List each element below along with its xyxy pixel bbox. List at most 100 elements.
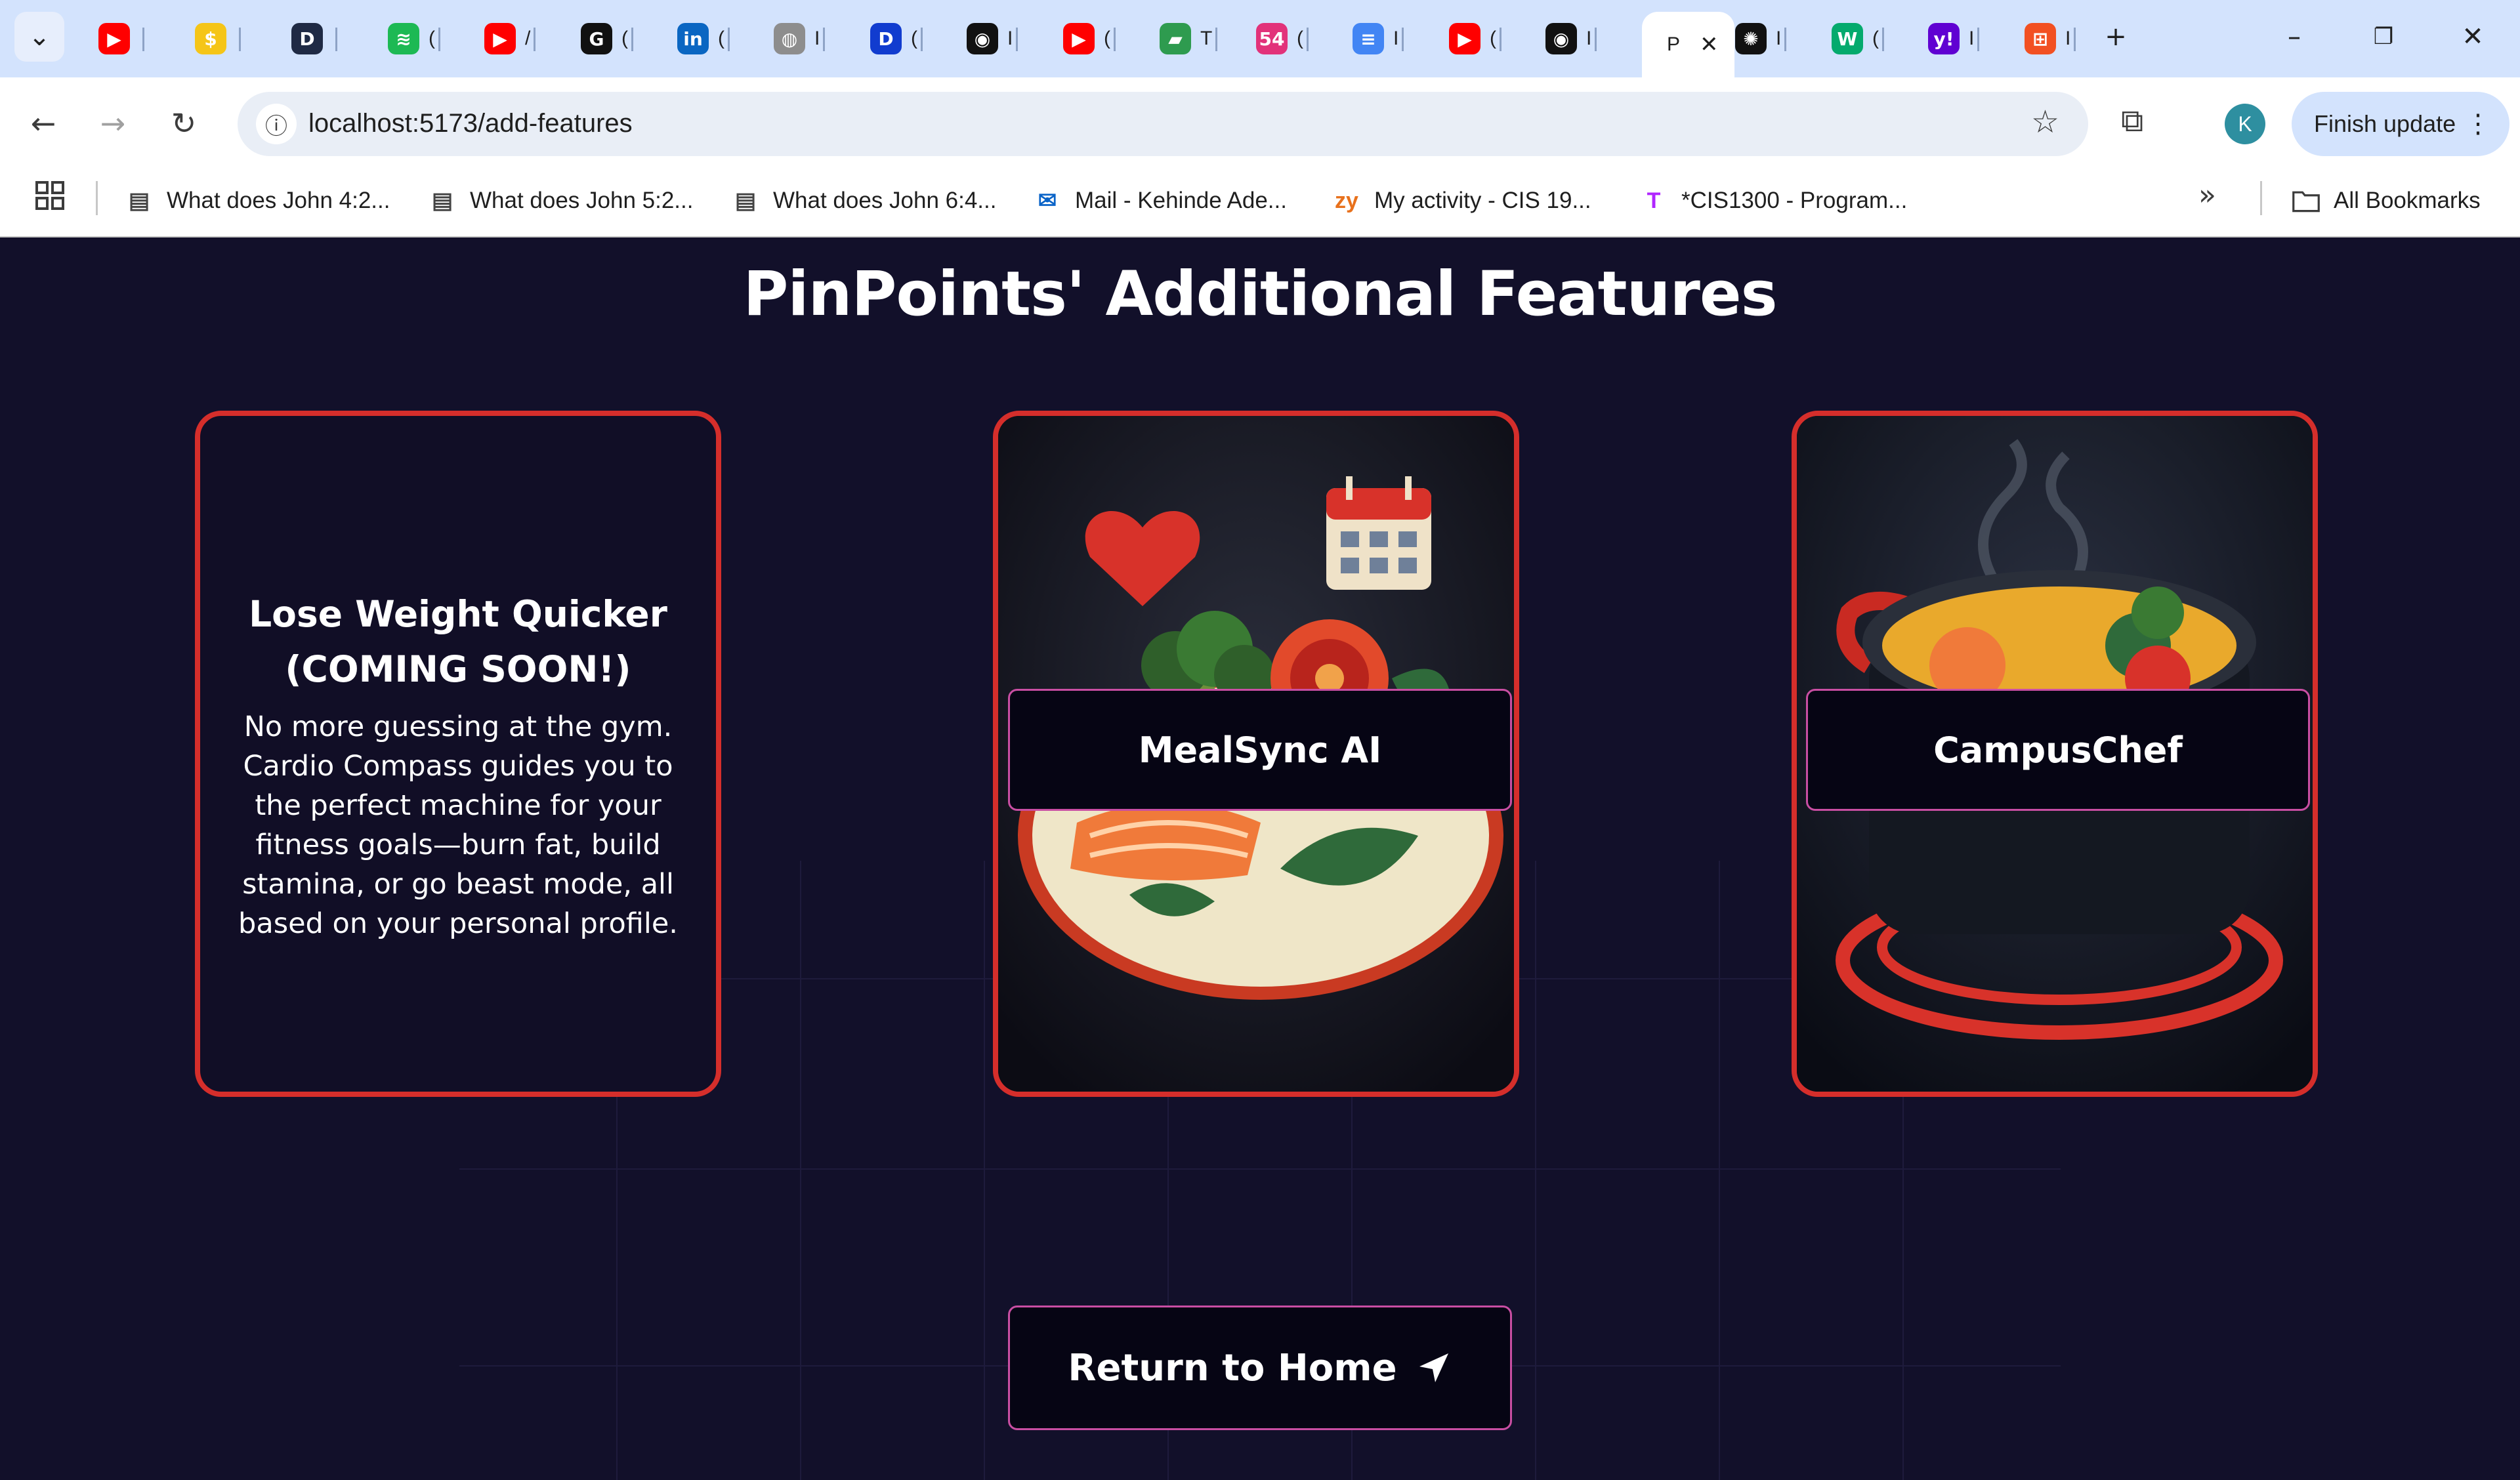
page-icon: ▤: [128, 188, 150, 213]
browser-tab-active[interactable]: P ✕: [1642, 12, 1734, 77]
bookmark-item[interactable]: ▤ What does John 5:2...: [428, 181, 694, 220]
bookmark-item[interactable]: T *CIS1300 - Program...: [1639, 181, 1908, 220]
site-info-icon[interactable]: ⓘ: [256, 104, 297, 144]
browser-tab-disney[interactable]: D(: [870, 13, 923, 64]
tab-title: (: [621, 28, 628, 49]
tab-search-button[interactable]: ⌄: [14, 12, 64, 62]
return-home-label: Return to Home: [1068, 1346, 1397, 1389]
tab-title: (: [1104, 28, 1110, 49]
github-1-favicon-icon: ◉: [967, 23, 998, 54]
extensions-icon[interactable]: ⧉: [2121, 102, 2143, 140]
browser-tab-spotify[interactable]: ≋(: [388, 13, 440, 64]
tab-title: P: [1667, 33, 1681, 55]
tab-separator: [1307, 28, 1309, 51]
browser-tab-linkedin[interactable]: in (: [677, 13, 730, 64]
mealsync-label: MealSync AI: [1138, 729, 1382, 771]
tab-separator: [1500, 28, 1502, 51]
bookmark-label: Mail - Kehinde Ade...: [1075, 188, 1287, 213]
tab-title: (: [429, 28, 435, 49]
page-icon: ▤: [734, 188, 757, 213]
spotify-favicon-icon: ≋: [388, 23, 419, 54]
browser-tab-d[interactable]: D: [291, 13, 337, 64]
profile-avatar[interactable]: K: [2225, 104, 2265, 144]
browser-tab-g[interactable]: G(: [581, 13, 633, 64]
finish-update-button[interactable]: Finish update ⋮: [2292, 92, 2510, 156]
outlook-icon: ✉: [1038, 188, 1057, 213]
youtube-1-favicon-icon: ▶: [98, 23, 130, 54]
all-bookmarks-button[interactable]: All Bookmarks: [2292, 181, 2481, 220]
disney-favicon-icon: D: [870, 23, 902, 54]
money-favicon-icon: $: [195, 23, 226, 54]
browser-tab-yahoo[interactable]: y! I: [1928, 13, 1980, 64]
coming-soon-label: (COMING SOON!): [285, 648, 631, 690]
browser-tab-w3[interactable]: W(: [1832, 13, 1884, 64]
back-button[interactable]: ←: [22, 102, 64, 144]
browser-tab-money[interactable]: $: [195, 13, 241, 64]
bookmark-item[interactable]: ▤ What does John 4:2...: [125, 181, 390, 220]
browser-tab-globe[interactable]: ◍ I: [774, 13, 826, 64]
return-home-button[interactable]: Return to Home: [1008, 1305, 1512, 1430]
campuschef-label-button[interactable]: CampusChef: [1806, 689, 2310, 811]
tab-separator: [1215, 28, 1218, 51]
tab-title: (: [1297, 28, 1303, 49]
tab-separator: [1882, 28, 1884, 51]
mealsync-label-button[interactable]: MealSync AI: [1008, 689, 1512, 811]
tab-separator: [1114, 28, 1116, 51]
tab-title: I: [1586, 28, 1592, 49]
navigation-arrow-icon: [1419, 1353, 1448, 1382]
plus-icon: +: [2105, 22, 2127, 52]
browser-toolbar: ← → ↻ ⓘ localhost:5173/add-features ☆ ⧉ …: [0, 77, 2520, 168]
finish-update-label: Finish update: [2314, 110, 2456, 137]
reload-button[interactable]: ↻: [163, 102, 205, 144]
page-content: PinPoints' Additional Features Lose Weig…: [0, 237, 2520, 1480]
close-tab-icon[interactable]: ✕: [1700, 31, 1719, 58]
browser-tab-youtube-3[interactable]: ▶(: [1063, 13, 1116, 64]
tab-title: (: [1490, 28, 1496, 49]
new-tab-button[interactable]: +: [2095, 16, 2137, 58]
tab-separator: [631, 28, 633, 51]
restore-button[interactable]: ❐: [2362, 16, 2404, 58]
url-text[interactable]: localhost:5173/add-features: [308, 109, 633, 138]
tab-separator: [534, 28, 536, 51]
tab-title: I: [1776, 28, 1782, 49]
browser-tab-github-1[interactable]: ◉ I: [967, 13, 1018, 64]
browser-chrome: ⌄ ▶ $ D ≋(▶ / G(in(◍ I D(◉ I ▶(▰ T 54(≡ I ▶(◉ I P ✕ ✺ I W(y…: [0, 0, 2520, 237]
tab-separator: [2074, 28, 2076, 51]
bookmark-separator: [2260, 181, 2262, 215]
tab-title: (: [911, 28, 917, 49]
browser-tab-youtube-1[interactable]: ▶: [98, 13, 144, 64]
browser-tab-youtube-4[interactable]: ▶(: [1449, 13, 1502, 64]
browser-tab-github-2[interactable]: ◉ I: [1545, 13, 1597, 64]
browser-tab-microsoft[interactable]: ⊞ I: [2025, 13, 2076, 64]
browser-tab-youtube-2[interactable]: ▶ /: [484, 13, 536, 64]
apps-grid-icon[interactable]: [34, 180, 66, 211]
tab-title: I: [1007, 28, 1013, 49]
tab-strip: ⌄ ▶ $ D ≋(▶ / G(in(◍ I D(◉ I ▶(▰ T 54(≡ I ▶(◉ I P ✕ ✺ I W(y…: [0, 0, 2520, 77]
bookmarks-overflow-icon[interactable]: »: [2198, 178, 2216, 212]
tab-separator: [728, 28, 730, 51]
folder-icon: [2292, 188, 2320, 214]
salmon-icon: [1070, 803, 1261, 880]
tab-separator: [1977, 28, 1980, 51]
browser-tab-openai[interactable]: ✺ I: [1735, 13, 1787, 64]
chevron-down-icon: ⌄: [28, 22, 51, 52]
browser-tab-badge[interactable]: 54 (: [1256, 13, 1309, 64]
zybooks-icon: zy: [1335, 188, 1358, 213]
page-icon: ▤: [431, 188, 453, 213]
forward-button[interactable]: →: [92, 102, 134, 144]
address-bar[interactable]: ⓘ localhost:5173/add-features ☆: [238, 92, 2088, 156]
browser-tab-docs[interactable]: ≡ I: [1353, 13, 1404, 64]
minimize-icon: –: [2288, 22, 2301, 52]
bookmark-item[interactable]: ▤ What does John 6:4...: [731, 181, 997, 220]
github-2-favicon-icon: ◉: [1545, 23, 1577, 54]
close-window-button[interactable]: ✕: [2452, 16, 2494, 58]
bookmark-item[interactable]: ✉ Mail - Kehinde Ade...: [1033, 181, 1287, 220]
bookmark-item[interactable]: zy My activity - CIS 19...: [1332, 181, 1591, 220]
tab-separator: [921, 28, 923, 51]
bookmark-star-icon[interactable]: ☆: [2031, 104, 2059, 140]
book-favicon-icon: ▰: [1160, 23, 1191, 54]
globe-favicon-icon: ◍: [774, 23, 805, 54]
yahoo-favicon-icon: y!: [1928, 23, 1960, 54]
browser-tab-book[interactable]: ▰ T: [1160, 13, 1218, 64]
minimize-button[interactable]: –: [2273, 16, 2315, 58]
